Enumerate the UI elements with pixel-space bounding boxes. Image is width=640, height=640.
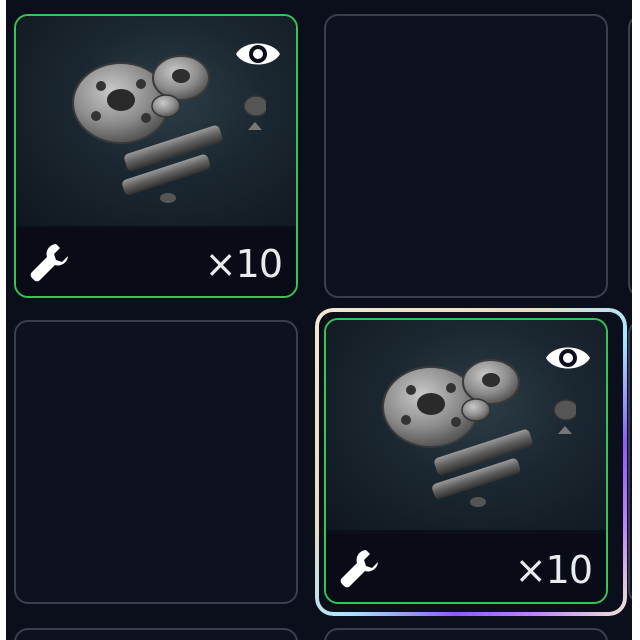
inventory-grid: ×10 ×10 [6, 0, 632, 640]
wrench-icon [30, 244, 68, 282]
eye-icon[interactable] [234, 36, 282, 72]
item-count: ×10 [514, 548, 593, 592]
wrench-icon [340, 550, 378, 588]
inventory-slot-empty[interactable] [324, 14, 608, 298]
inventory-slot-partial[interactable] [324, 628, 608, 640]
inventory-slot-item-selected[interactable]: ×10 [324, 318, 608, 604]
inventory-slot-empty[interactable] [14, 320, 298, 604]
slot-footer: ×10 [326, 534, 606, 602]
slot-footer: ×10 [16, 228, 296, 296]
inventory-slot-partial[interactable] [628, 14, 632, 298]
inventory-slot-partial[interactable] [628, 320, 632, 604]
item-count: ×10 [204, 242, 283, 286]
inventory-slot-item[interactable]: ×10 [14, 14, 298, 298]
inventory-slot-partial[interactable] [14, 628, 298, 640]
eye-icon[interactable] [544, 340, 592, 376]
